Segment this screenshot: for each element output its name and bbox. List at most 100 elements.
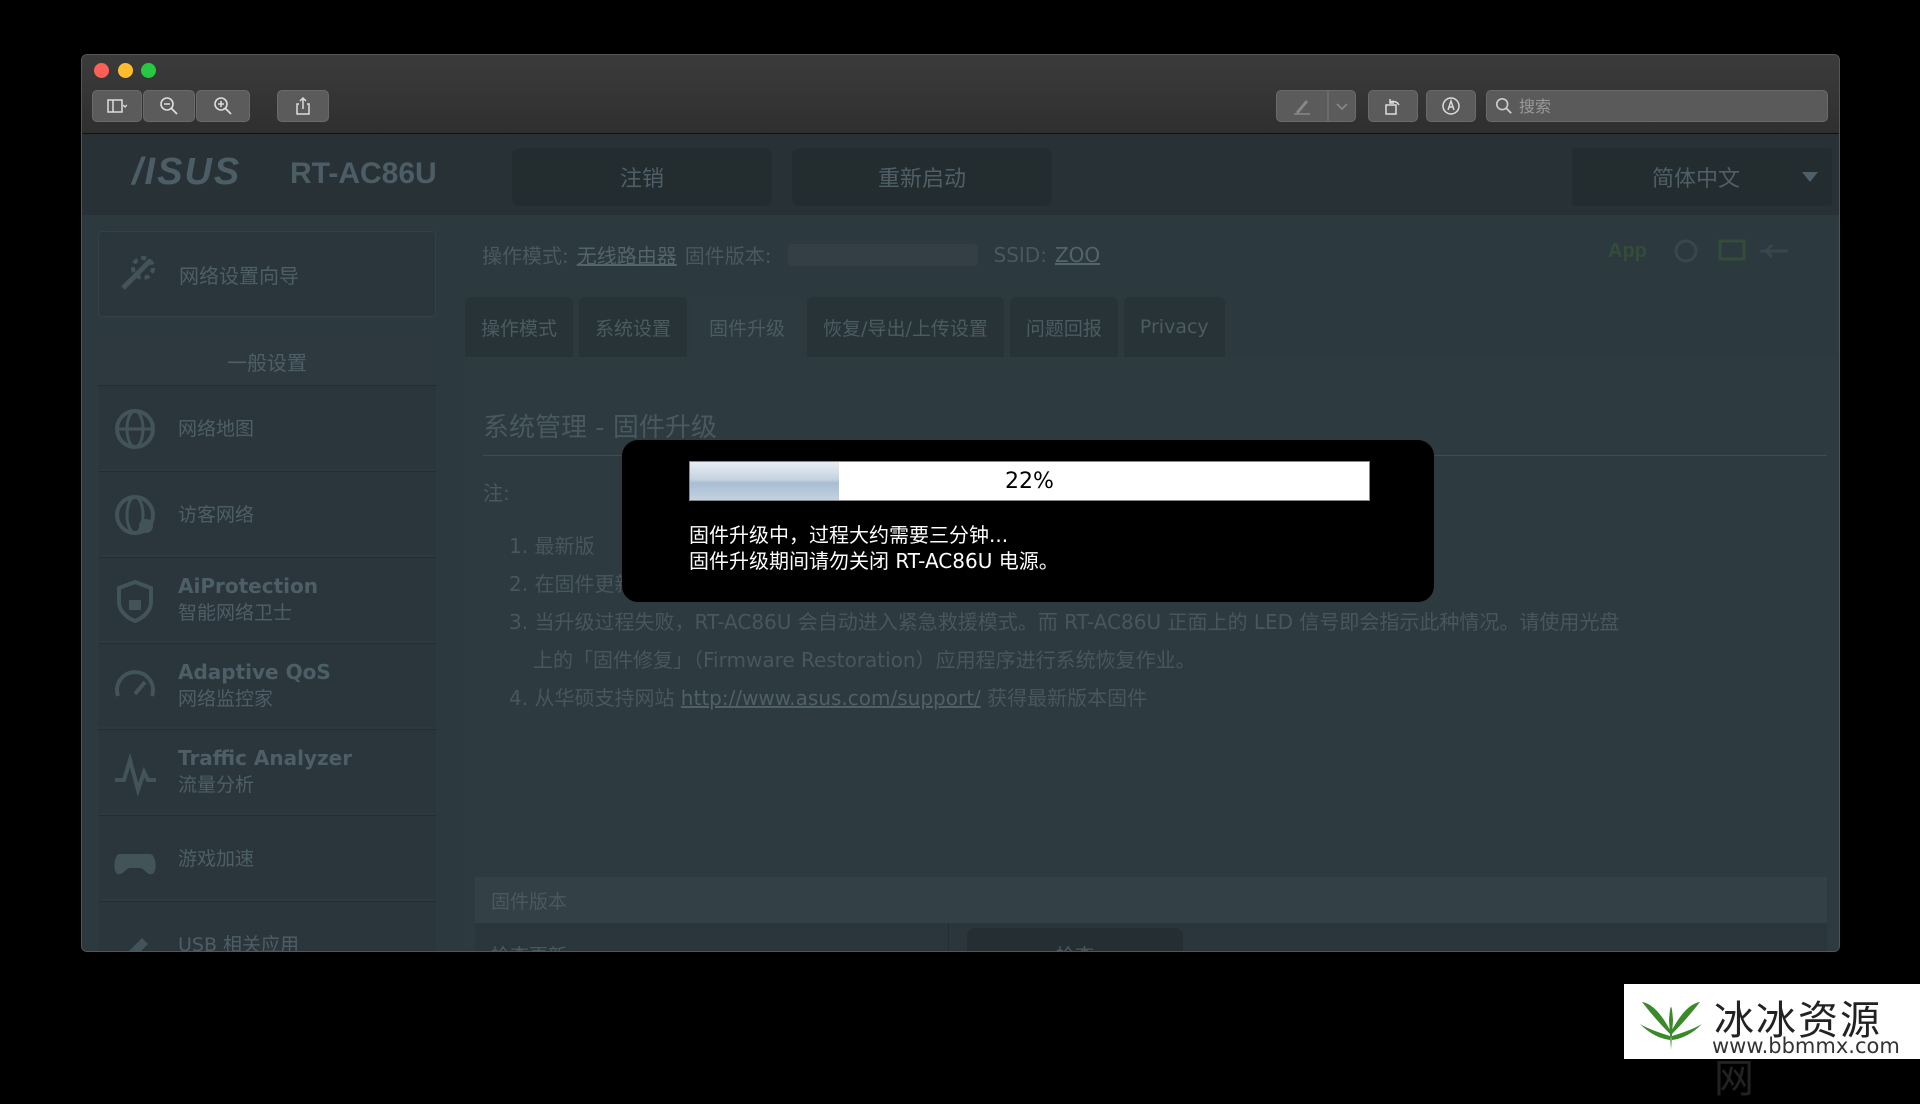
op-mode-link[interactable]: 无线路由器 (577, 240, 677, 269)
globe-icon (115, 409, 155, 449)
progress-bar: 22% (689, 461, 1370, 501)
annotate-button[interactable] (1426, 90, 1476, 122)
note-4-text-end: 获得最新版本固件 (980, 686, 1148, 710)
language-label: 简体中文 (1652, 167, 1741, 192)
titlebar (82, 55, 1839, 134)
sidebar-item-label: Adaptive QoS (178, 660, 331, 684)
note-4-text: 4. 从华硕支持网站 (509, 686, 681, 710)
firmware-table: 固件版本 检查更新 检查 (475, 877, 1827, 951)
support-link[interactable]: http://www.asus.com/support/ (681, 686, 981, 710)
user-icon (1674, 239, 1698, 263)
asus-logo: /ISUS (132, 151, 242, 193)
sidebar-item-label: 游戏加速 (178, 848, 255, 870)
sidebar-item-game-boost[interactable]: 游戏加速 (98, 815, 436, 899)
note-3: 3. 当升级过程失败，RT-AC86U 会自动进入紧急救援模式。而 RT-AC8… (509, 610, 1620, 634)
maximize-window-button[interactable] (141, 63, 156, 78)
wand-icon (121, 256, 155, 290)
table-row: 检查更新 检查 (475, 923, 1827, 951)
tab-system[interactable]: 系统设置 (579, 297, 688, 357)
guest-globe-icon (115, 495, 155, 535)
status-icons (1674, 239, 1788, 263)
tab-operation-mode[interactable]: 操作模式 (465, 297, 574, 357)
app-link[interactable]: App (1608, 240, 1647, 263)
page-title: 系统管理 - 固件升级 (483, 413, 717, 443)
watermark: 冰冰资源网 www.bbmmx.com (1624, 984, 1920, 1102)
router-sidebar: 网络设置向导 一般设置 网络地图 访客网络 AiProtection 智能网络卫… (98, 231, 436, 951)
firmware-label: 固件版本: (684, 244, 772, 268)
router-header: /ISUS RT-AC86U 注销 重新启动 简体中文 (82, 135, 1839, 215)
markup-button[interactable] (1276, 90, 1328, 122)
leaf-logo-icon (1640, 1002, 1702, 1050)
pulse-icon (115, 752, 156, 796)
sidebar-item-label: AiProtection (178, 574, 318, 598)
watermark-url: www.bbmmx.com (1712, 1034, 1900, 1058)
chevron-down-icon (1336, 103, 1348, 111)
search-field[interactable] (1486, 90, 1828, 122)
sidebar-item-label: 网络设置向导 (179, 263, 299, 288)
sidebar-item-network-map[interactable]: 网络地图 (98, 385, 436, 469)
share-icon (296, 96, 310, 115)
search-input[interactable] (1519, 96, 1819, 116)
sidebar-icon (107, 99, 127, 113)
tab-privacy[interactable]: Privacy (1123, 297, 1225, 357)
progress-message-2: 固件升级期间请勿关闭 RT-AC86U 电源。 (689, 549, 1059, 573)
op-mode-label: 操作模式: (482, 244, 569, 268)
sidebar-item-aiprotection[interactable]: AiProtection 智能网络卫士 (98, 557, 436, 641)
gauge-icon (115, 670, 155, 697)
rotate-icon (1385, 99, 1400, 115)
sidebar-item-wizard[interactable]: 网络设置向导 (98, 231, 436, 317)
note-3-cont: 上的「固件修复」（Firmware Restoration）应用程序进行系统恢复… (533, 648, 1196, 672)
progress-message-1: 固件升级中，过程大约需要三分钟... (689, 523, 1009, 547)
zoom-in-button[interactable] (196, 90, 250, 122)
firmware-table-header: 固件版本 (475, 877, 1827, 923)
search-icon (1495, 97, 1512, 114)
sidebar-item-sublabel: 流量分析 (178, 774, 255, 796)
chevron-down-icon (1802, 172, 1818, 182)
ssid-label: SSID: (993, 242, 1047, 267)
tab-firmware-upgrade[interactable]: 固件升级 (693, 297, 802, 357)
zoom-out-icon (160, 97, 178, 115)
note-4: 4. 从华硕支持网站 http://www.asus.com/support/ … (509, 679, 1827, 717)
note-label: 注: (483, 481, 510, 505)
close-window-button[interactable] (94, 63, 109, 78)
progress-percent: 22% (1005, 468, 1054, 494)
firmware-version-redacted (787, 243, 978, 266)
shield-icon (117, 579, 153, 624)
settings-tabs: 操作模式 系统设置 固件升级 恢复/导出/上传设置 问题回报 Privacy (465, 297, 1225, 357)
minimize-window-button[interactable] (118, 63, 133, 78)
gamepad-icon (114, 854, 156, 875)
logout-button[interactable]: 注销 (512, 148, 772, 206)
sidebar-item-sublabel: 网络监控家 (178, 688, 274, 710)
check-update-label: 检查更新 (475, 923, 949, 951)
router-status-line: 操作模式: 无线路由器 固件版本: SSID: ZOO (482, 240, 1100, 269)
language-select[interactable]: 简体中文 (1572, 148, 1832, 206)
rotate-button[interactable] (1368, 90, 1418, 122)
router-model: RT-AC86U (290, 157, 437, 190)
check-button[interactable]: 检查 (967, 928, 1183, 951)
pen-icon (1294, 100, 1310, 115)
general-settings-header: 一般设置 (98, 337, 436, 385)
sidebar-item-adaptive-qos[interactable]: Adaptive QoS 网络监控家 (98, 643, 436, 727)
sidebar-item-label: USB 相关应用 (178, 934, 300, 952)
usb-status-icon (1760, 243, 1788, 259)
sidebar-item-label: 访客网络 (178, 504, 255, 526)
tab-restore-save-upload[interactable]: 恢复/导出/上传设置 (807, 297, 1004, 357)
usb-icon (129, 938, 148, 951)
tab-feedback[interactable]: 问题回报 (1009, 297, 1118, 357)
annotate-icon (1442, 97, 1460, 115)
sidebar-toggle-button[interactable] (92, 90, 142, 122)
monitor-icon (1718, 239, 1746, 261)
sidebar-item-sublabel: 智能网络卫士 (178, 602, 293, 624)
sidebar-item-label: Traffic Analyzer (178, 746, 353, 770)
reboot-button[interactable]: 重新启动 (792, 148, 1052, 206)
ssid-link[interactable]: ZOO (1055, 243, 1100, 267)
sidebar-item-usb[interactable]: USB 相关应用 (98, 901, 436, 952)
upgrade-progress-dialog: 22% 固件升级中，过程大约需要三分钟... 固件升级期间请勿关闭 RT-AC8… (622, 440, 1434, 602)
zoom-out-button[interactable] (143, 90, 195, 122)
sidebar-item-label: 网络地图 (178, 418, 255, 440)
markup-dropdown-button[interactable] (1328, 90, 1356, 122)
zoom-in-icon (214, 97, 232, 115)
share-button[interactable] (277, 90, 329, 122)
sidebar-item-traffic-analyzer[interactable]: Traffic Analyzer 流量分析 (98, 729, 436, 813)
sidebar-item-guest-network[interactable]: 访客网络 (98, 471, 436, 555)
